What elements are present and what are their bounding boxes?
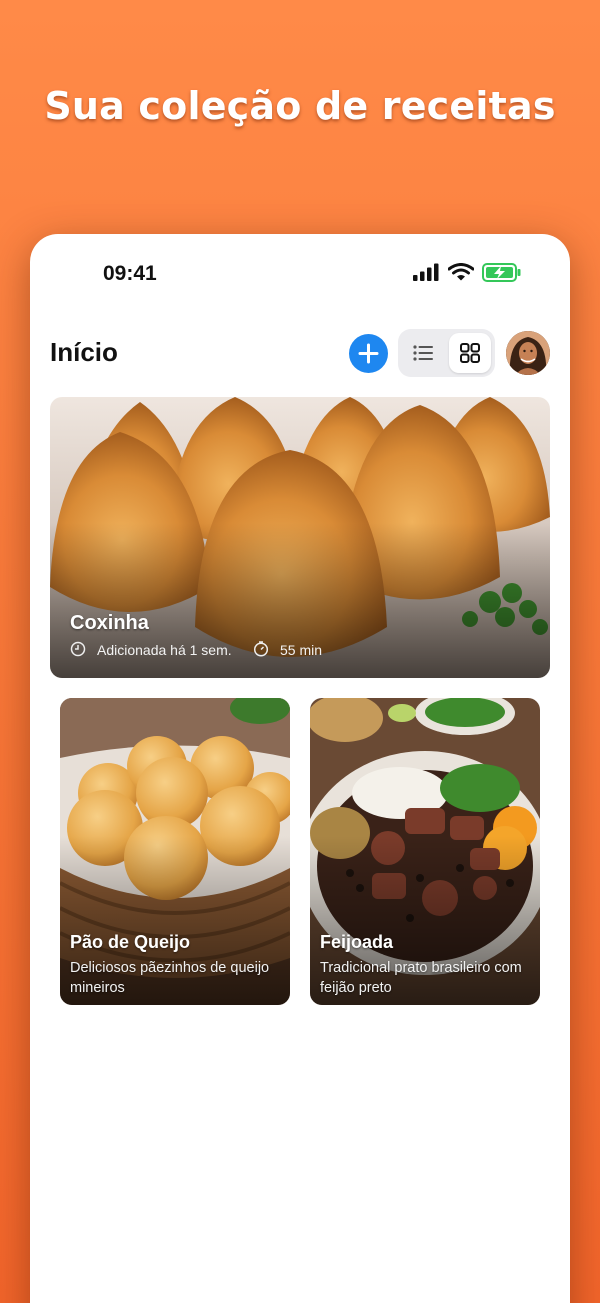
phone-screen: 09:41 Início Coxinha Adicionada há 1 sem… [30, 234, 570, 1303]
plus-icon [358, 343, 379, 364]
recipe-added-date: Adicionada há 1 sem. [97, 642, 232, 658]
recipe-description: Tradicional prato brasileiro com feijão … [320, 960, 522, 996]
recipe-card-pao-de-queijo[interactable]: Pão de Queijo Deliciosos pãezinhos de qu… [60, 698, 290, 1005]
recipe-card-coxinha[interactable]: Coxinha Adicionada há 1 sem. 55 min [50, 397, 550, 678]
recipe-title: Coxinha [70, 612, 149, 634]
marketing-headline: Sua coleção de receitas [44, 84, 556, 128]
battery-charging-icon [482, 263, 521, 282]
page-title: Início [50, 337, 118, 367]
recipe-title: Pão de Queijo [70, 932, 191, 952]
avatar[interactable] [506, 331, 550, 375]
list-view-icon [413, 345, 433, 361]
clock-icon [70, 641, 86, 657]
grid-view-button[interactable] [449, 333, 491, 373]
recipe-card-feijoada[interactable]: Feijoada Tradicional prato brasileiro co… [310, 698, 540, 1005]
timer-icon [253, 641, 269, 657]
recipe-title: Feijoada [320, 932, 394, 952]
wifi-icon [448, 263, 474, 281]
list-view-button[interactable] [402, 333, 444, 373]
add-recipe-button[interactable] [349, 334, 388, 373]
status-time: 09:41 [103, 262, 157, 285]
recipe-description: Deliciosos pãezinhos de queijo mineiros [70, 960, 270, 996]
avatar-portrait [506, 331, 550, 375]
view-toggle [398, 329, 495, 377]
grid-view-icon [460, 343, 480, 363]
recipe-duration: 55 min [280, 642, 323, 658]
signal-icon [413, 263, 439, 281]
